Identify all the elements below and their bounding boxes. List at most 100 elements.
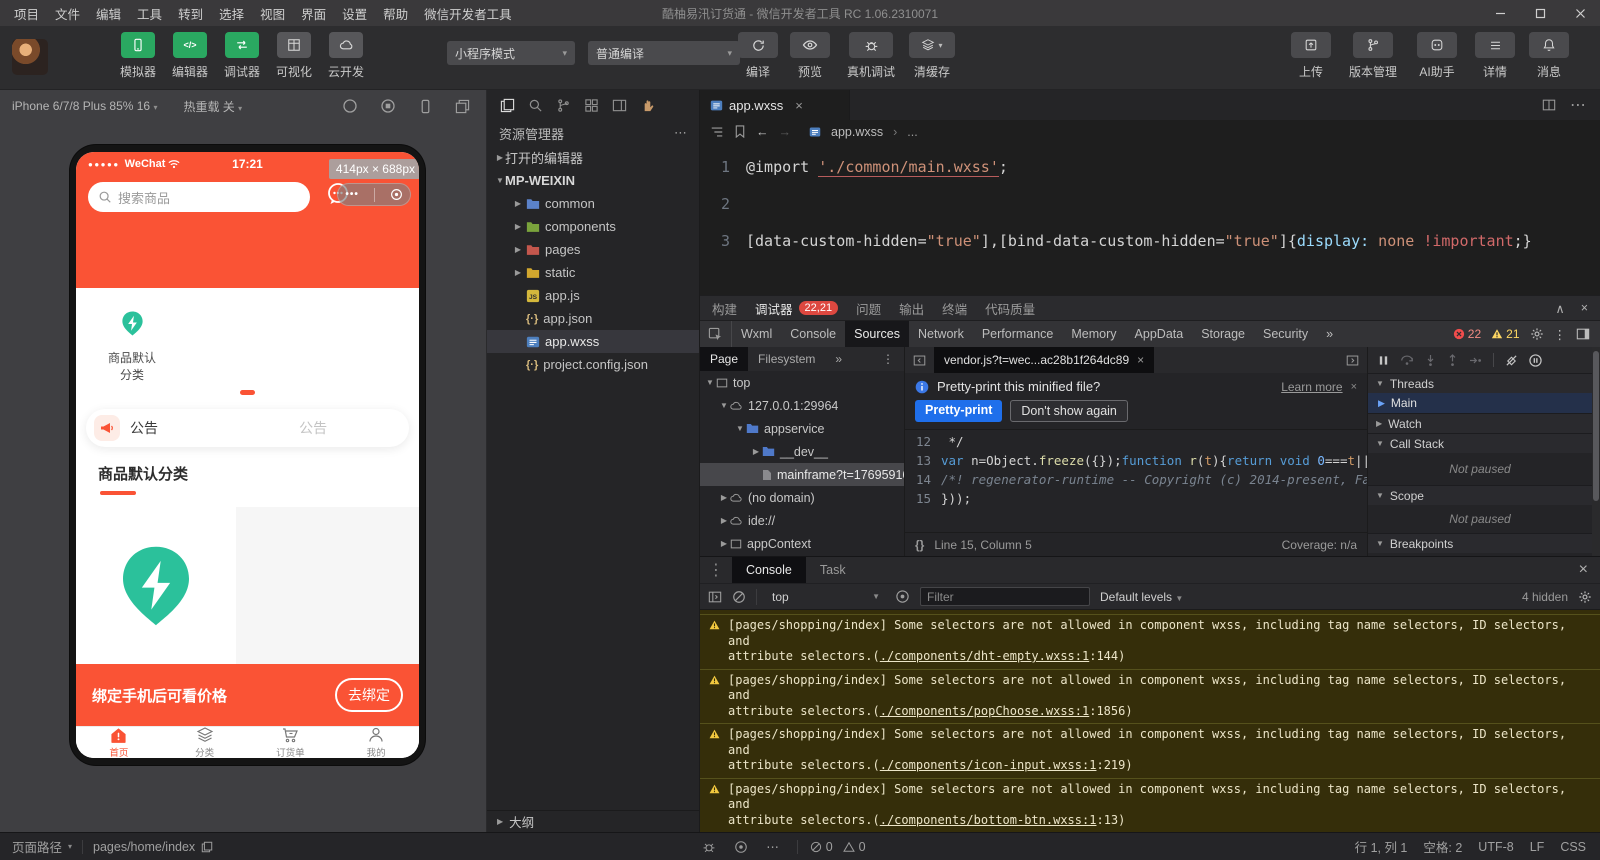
copy-icon[interactable] [201, 841, 213, 853]
close-tab-icon[interactable]: × [1137, 353, 1144, 367]
multi-window-icon[interactable] [455, 99, 470, 114]
nav-back-icon[interactable]: ← [756, 125, 769, 139]
warning-row[interactable]: [pages/shopping/index] Some selectors ar… [700, 669, 1600, 724]
user-avatar[interactable] [12, 39, 48, 75]
menu-file[interactable]: 文件 [47, 0, 88, 26]
menu-interface[interactable]: 界面 [293, 0, 334, 26]
breakpoints-section[interactable]: ▼ Breakpoints [1368, 533, 1592, 553]
debugger-toggle[interactable]: 调试器 [216, 32, 268, 80]
tab-memory[interactable]: Memory [1062, 321, 1125, 347]
file-app-js[interactable]: JS app.js [487, 284, 699, 307]
close-tab-icon[interactable]: × [795, 98, 803, 113]
folder-common[interactable]: ▶ common [487, 192, 699, 215]
search-input[interactable]: 搜索商品 [88, 182, 310, 212]
tab-filesystem[interactable]: Filesystem [748, 347, 825, 371]
tree-mainframe[interactable]: mainframe?t=1769591677 [700, 463, 904, 486]
tree-appcontext[interactable]: ▶ appContext [700, 532, 904, 555]
menu-devtools[interactable]: 微信开发者工具 [416, 0, 520, 26]
more-actions-icon[interactable]: ⋯ [674, 125, 687, 141]
file-app-wxss[interactable]: app.wxss [487, 330, 699, 353]
nav-forward-icon[interactable]: → [779, 125, 792, 139]
close-console-icon[interactable]: × [1567, 557, 1600, 583]
compile-button[interactable]: 编译 [735, 32, 781, 80]
capsule-close-icon[interactable] [390, 188, 403, 201]
stop-icon[interactable] [380, 98, 396, 114]
tab-security[interactable]: Security [1254, 321, 1317, 347]
step-over-icon[interactable] [1400, 354, 1414, 366]
clear-cache-button[interactable]: ▾ 清缓存 [906, 32, 958, 80]
notice-bar[interactable]: 公告 公告 [86, 409, 409, 447]
folder-static[interactable]: ▶ static [487, 261, 699, 284]
pause-icon[interactable] [1378, 355, 1389, 366]
warning-row[interactable]: [pages/shopping/index] Some selectors ar… [700, 778, 1600, 832]
bug-icon[interactable] [702, 840, 716, 854]
eye-icon[interactable] [734, 840, 748, 854]
tab-output[interactable]: 输出 [899, 299, 924, 318]
bookmark-icon[interactable] [734, 125, 746, 138]
wxss-source-link[interactable]: ./components/dht-empty.wxss:1 [880, 649, 1090, 663]
clear-console-icon[interactable] [732, 590, 746, 604]
compile-mode-dropdown[interactable]: 普通编译 ▾ [588, 41, 740, 65]
encoding[interactable]: UTF-8 [1478, 840, 1513, 854]
minimize-button[interactable] [1480, 0, 1520, 26]
outline-section[interactable]: ▶ 大纲 [487, 810, 699, 832]
category-shortcut[interactable]: 商品默认 分类 [100, 310, 164, 384]
current-page-path[interactable]: pages/home/index [93, 840, 213, 854]
tab-problems[interactable]: 问题 [856, 299, 881, 318]
pause-on-exceptions-icon[interactable] [1529, 353, 1542, 367]
thread-main[interactable]: ▶ Main [1368, 393, 1592, 413]
mode-dropdown[interactable]: 小程序模式 ▾ [447, 41, 575, 65]
dock-side-icon[interactable] [1576, 327, 1590, 341]
detail-button[interactable]: 详情 [1472, 32, 1518, 80]
tab-storage[interactable]: Storage [1192, 321, 1254, 347]
tree-localhost[interactable]: ▼ 127.0.0.1:29964 [700, 394, 904, 417]
tree-appservice[interactable]: ▼ appservice [700, 417, 904, 440]
category-card[interactable] [76, 507, 236, 664]
cursor-position[interactable]: 行 1, 列 1 [1355, 837, 1408, 856]
capsule-menu[interactable]: ••• [337, 183, 411, 206]
simulator-toggle[interactable]: 模拟器 [112, 32, 164, 80]
tab-home[interactable]: 首页 [76, 727, 162, 758]
tab-wxml[interactable]: Wxml [732, 321, 781, 347]
hand-icon[interactable] [640, 98, 655, 113]
menu-edit[interactable]: 编辑 [88, 0, 129, 26]
language-mode[interactable]: CSS [1560, 840, 1586, 854]
file-app-json[interactable]: {·} app.json [487, 307, 699, 330]
collapse-panel-icon[interactable]: ∧ [1556, 301, 1565, 316]
message-button[interactable]: 消息 [1526, 32, 1572, 80]
filter-input[interactable]: Filter [920, 587, 1090, 606]
version-manage-button[interactable]: 版本管理 [1344, 32, 1402, 80]
editor-toggle[interactable]: </> 编辑器 [164, 32, 216, 80]
menu-project[interactable]: 项目 [6, 0, 47, 26]
prev-tab-icon[interactable] [905, 347, 934, 373]
tab-app-wxss[interactable]: app.wxss × [700, 90, 850, 120]
tab-mine[interactable]: 我的 [333, 727, 419, 758]
dismiss-icon[interactable]: × [1351, 381, 1357, 393]
drag-handle-icon[interactable]: ⋮ [700, 557, 732, 583]
menu-tools[interactable]: 工具 [129, 0, 170, 26]
visualize-toggle[interactable]: 可视化 [268, 32, 320, 80]
braces-icon[interactable]: {} [915, 538, 924, 552]
menu-settings[interactable]: 设置 [334, 0, 375, 26]
device-selector[interactable]: iPhone 6/7/8 Plus 85% 16 ▾ [12, 99, 157, 113]
tab-network[interactable]: Network [909, 321, 973, 347]
dont-show-again-button[interactable]: Don't show again [1010, 400, 1128, 422]
tab-code-quality[interactable]: 代码质量 [985, 299, 1035, 318]
page-path-selector[interactable]: 页面路径 ▾ [12, 837, 72, 856]
menu-view[interactable]: 视图 [252, 0, 293, 26]
settings-gear-icon[interactable] [1530, 327, 1544, 341]
problem-counts[interactable]: 0 0 [810, 840, 866, 854]
more-tabs[interactable]: » [1317, 321, 1342, 347]
call-stack-section[interactable]: ▼ Call Stack [1368, 433, 1592, 453]
menu-help[interactable]: 帮助 [375, 0, 416, 26]
warning-row[interactable]: [pages/shopping/index] Some selectors ar… [700, 615, 1600, 670]
breadcrumb-file[interactable]: app.wxss [831, 125, 883, 139]
preview-button[interactable]: 预览 [787, 32, 833, 80]
tree-no-domain[interactable]: ▶ (no domain) [700, 486, 904, 509]
more-tabs[interactable]: » [825, 347, 852, 371]
outline-icon[interactable] [710, 125, 724, 139]
tab-appdata[interactable]: AppData [1126, 321, 1193, 347]
deactivate-breakpoints-icon[interactable] [1505, 354, 1518, 367]
open-editors-section[interactable]: ▶ 打开的编辑器 [487, 146, 699, 169]
sources-code-view[interactable]: 12 */ 13 var n=Object.freeze({});function… [905, 430, 1367, 532]
